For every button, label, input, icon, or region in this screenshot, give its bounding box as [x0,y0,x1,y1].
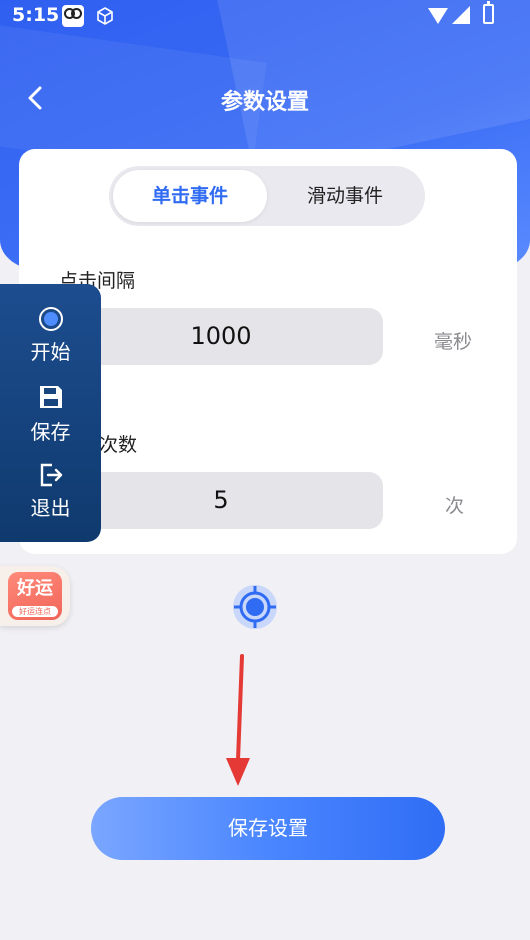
exit-icon[interactable] [38,462,64,488]
interval-input[interactable]: 1000 [59,308,383,365]
count-label: 次数 [99,434,138,456]
count-unit: 次 [445,495,465,517]
exit-button[interactable]: 退出 [0,492,101,521]
tab-click-event[interactable]: 单击事件 [113,170,267,222]
record-icon[interactable] [38,306,64,332]
crosshair-target-icon[interactable] [232,584,278,630]
wifi-icon [428,8,448,24]
start-button[interactable]: 开始 [0,336,101,365]
save-menu-button[interactable]: 保存 [0,416,101,445]
tab-swipe-event[interactable]: 滑动事件 [269,170,421,222]
page-title: 参数设置 [220,90,309,115]
signal-icon [452,6,470,24]
save-settings-button[interactable]: 保存设置 [91,797,445,860]
red-arrow-icon [226,654,250,786]
count-input[interactable]: 5 [59,472,383,529]
app-logo-subtext: 好运连点 [12,606,58,617]
event-type-tabs: 单击事件 滑动事件 [109,166,425,226]
interval-unit: 毫秒 [434,331,473,353]
notification-app-icon [62,5,84,27]
app-logo-text: 好运 [17,578,53,599]
status-time: 5:15 [12,4,60,26]
floating-control-menu: 开始 保存 退出 [0,284,101,542]
cube-icon [97,7,113,25]
status-bar: 5:15 [0,0,530,32]
app-floating-badge[interactable]: 好运 好运连点 [0,566,70,626]
save-icon[interactable] [38,384,64,410]
battery-icon [483,1,494,24]
